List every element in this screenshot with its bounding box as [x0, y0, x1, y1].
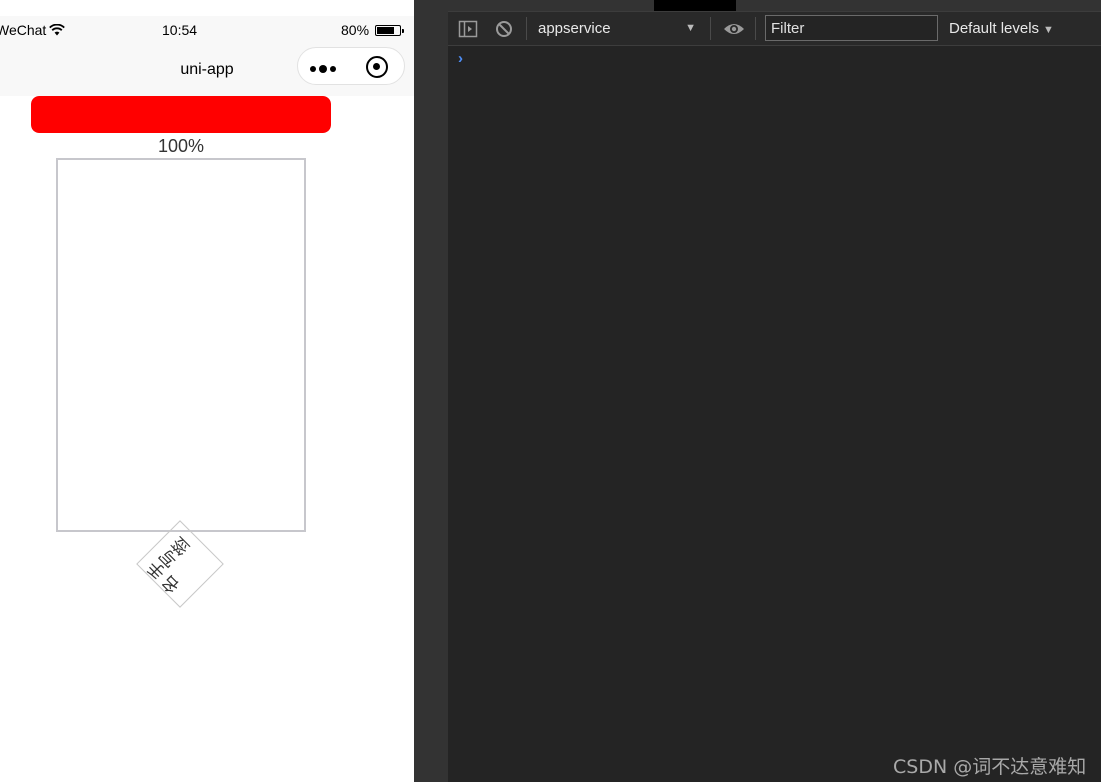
log-levels-dropdown[interactable]: Default levels ▼ — [949, 20, 1054, 37]
screen: WeChat 10:54 80% uni-app 100% 手写签名 appse… — [0, 0, 1101, 782]
phone-simulator: WeChat 10:54 80% uni-app 100% 手写签名 — [0, 0, 414, 782]
status-bar: WeChat 10:54 80% — [0, 16, 414, 44]
signature-canvas[interactable] — [56, 158, 306, 532]
toolbar-separator — [755, 17, 756, 40]
battery-indicator: 80% — [341, 22, 405, 38]
battery-percent: 80% — [341, 22, 370, 38]
stamp-text: 手写签名 — [144, 535, 195, 599]
signature-stamp: 手写签名 — [136, 520, 224, 608]
sidebar-toggle-icon[interactable] — [458, 19, 478, 39]
console-toolbar: appservice ▼ Default levels▼ — [448, 12, 1101, 46]
progress-percent: 100% — [157, 136, 205, 156]
wifi-icon — [49, 24, 66, 36]
battery-tip — [402, 28, 405, 33]
status-time: 10:54 — [162, 22, 198, 38]
devtools-panel: appservice ▼ Default levels▼ › CSDN @词不达… — [448, 0, 1101, 782]
toolbar-separator — [526, 17, 527, 40]
navigation-bar: uni-app — [0, 44, 414, 96]
panel-divider[interactable] — [414, 0, 448, 782]
progress-fill — [31, 96, 331, 133]
devtools-tabs — [448, 0, 1101, 12]
progress-bar — [31, 96, 331, 133]
log-levels-label: Default levels — [949, 20, 1040, 37]
more-menu-icon[interactable] — [310, 65, 336, 73]
carrier: WeChat — [0, 22, 66, 38]
console-prompt[interactable]: › — [458, 50, 463, 67]
context-label: appservice — [538, 20, 611, 37]
clear-console-icon[interactable] — [494, 19, 514, 39]
tab-console-active[interactable] — [654, 0, 736, 11]
battery-fill — [377, 26, 395, 34]
battery-icon — [375, 24, 405, 36]
toolbar-separator — [710, 17, 711, 40]
menu-capsule — [297, 47, 405, 85]
watermark: CSDN @词不达意难知 — [893, 756, 1087, 778]
chevron-down-icon: ▼ — [685, 22, 696, 34]
context-select[interactable]: appservice ▼ — [536, 20, 700, 40]
chevron-down-icon: ▼ — [1043, 24, 1054, 36]
carrier-label: WeChat — [0, 22, 47, 38]
eye-icon[interactable] — [723, 21, 745, 37]
simulator-top-edge — [0, 0, 414, 16]
close-miniprogram-icon[interactable] — [366, 56, 388, 78]
filter-input[interactable] — [765, 15, 938, 41]
